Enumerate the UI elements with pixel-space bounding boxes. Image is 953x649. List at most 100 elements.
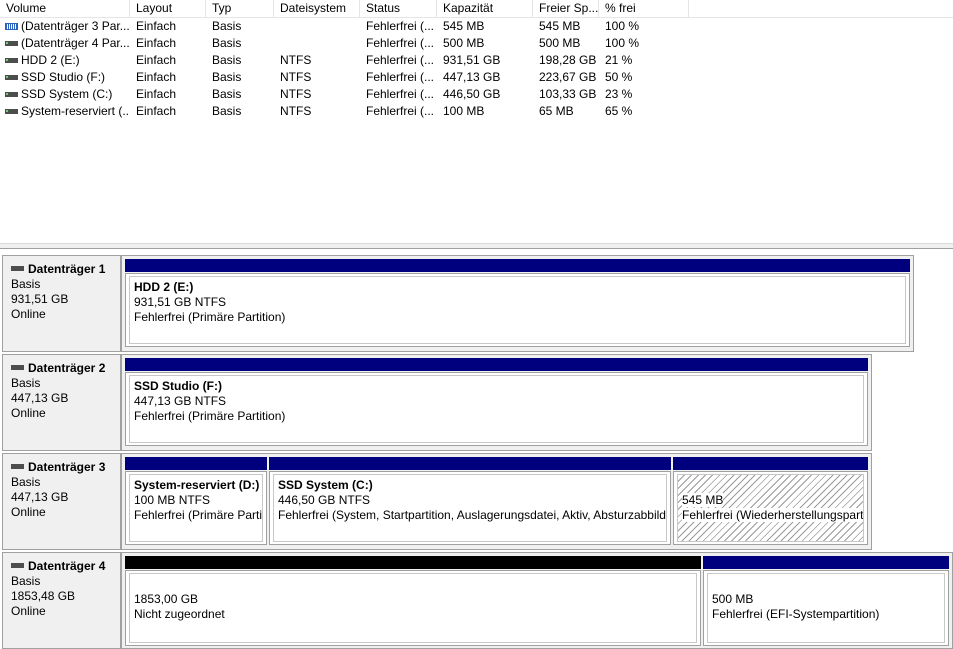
volume-dateisystem: NTFS [280,70,312,84]
volume-layout: Einfach [136,53,177,67]
volume-icon [5,40,18,47]
disk-row-3: Datenträger 3 Basis 447,13 GB Online Sys… [0,453,953,550]
volume-freier-speicher: 500 MB [539,36,581,50]
column-header-freier-speicher[interactable]: Freier Sp... [533,0,599,17]
volume-freier-speicher: 545 MB [539,19,581,33]
volume-kapazitaet: 931,51 GB [443,53,501,67]
partition-size: 931,51 GB NTFS [134,295,227,309]
volume-list: Volume Layout Typ Dateisystem Status Kap… [0,0,953,243]
partition-status: Fehlerfrei (Primäre Partition) [134,409,286,423]
volume-icon [5,57,18,64]
partition-status: Fehlerfrei (System, Startpartition, Ausl… [278,508,667,522]
volume-status: Fehlerfrei (... [366,104,435,118]
volume-name: (Datenträger 4 Par... [21,36,129,50]
volume-kapazitaet: 545 MB [443,19,485,33]
partition-header-bar [125,358,868,371]
volume-kapazitaet: 100 MB [443,104,485,118]
volume-kapazitaet: 446,50 GB [443,87,501,101]
volume-prozent-frei: 21 % [605,53,633,67]
volume-layout: Einfach [136,36,177,50]
disk-state: Online [11,307,46,321]
partition-header-bar [125,457,267,470]
volume-icon [5,91,18,98]
volume-status: Fehlerfrei (... [366,36,435,50]
volume-row[interactable]: (Datenträger 3 Par... Einfach Basis Fehl… [0,18,953,35]
volume-freier-speicher: 65 MB [539,104,574,118]
disk-map-4: 1853,00 GB Nicht zugeordnet 500 MB Fehle… [121,552,953,649]
partition-status: Fehlerfrei (EFI-Systempartition) [712,607,880,621]
partition-size: 100 MB NTFS [134,493,211,507]
column-header-layout[interactable]: Layout [130,0,206,17]
partition-header-bar [125,556,701,569]
volume-name: SSD System (C:) [21,87,113,101]
disk-row-4: Datenträger 4 Basis 1853,48 GB Online 18… [0,552,953,649]
partition-status: Fehlerfrei (Primäre Partit [134,508,263,522]
volume-freier-speicher: 223,67 GB [539,70,597,84]
volume-typ: Basis [212,87,242,101]
partition-ssd-studio[interactable]: SSD Studio (F:) 447,13 GB NTFS Fehlerfre… [125,358,868,446]
disk-icon [11,365,24,370]
volume-name: HDD 2 (E:) [21,53,80,67]
partition-size: 447,13 GB NTFS [134,394,227,408]
disk-state: Online [11,604,46,618]
disk-size: 1853,48 GB [11,589,76,603]
column-header-typ[interactable]: Typ [206,0,274,17]
partition-status: Fehlerfrei (Primäre Partition) [134,310,286,324]
disk-name: Datenträger 3 [28,460,106,474]
partition-status: Nicht zugeordnet [134,607,225,621]
disk-size: 447,13 GB [11,391,69,405]
partition-efi[interactable]: 500 MB Fehlerfrei (EFI-Systempartition) [703,556,949,646]
volume-row[interactable]: (Datenträger 4 Par... Einfach Basis Fehl… [0,35,953,52]
volume-layout: Einfach [136,19,177,33]
volume-kapazitaet: 447,13 GB [443,70,501,84]
disk-type: Basis [11,376,41,390]
volume-name: (Datenträger 3 Par... [21,19,129,33]
disk-type: Basis [11,475,41,489]
volume-row[interactable]: HDD 2 (E:) Einfach Basis NTFS Fehlerfrei… [0,52,953,69]
volume-prozent-frei: 100 % [605,19,640,33]
volume-typ: Basis [212,36,242,50]
partition-unallocated[interactable]: 1853,00 GB Nicht zugeordnet [125,556,701,646]
volume-row[interactable]: System-reserviert (... Einfach Basis NTF… [0,103,953,120]
volume-row[interactable]: SSD Studio (F:) Einfach Basis NTFS Fehle… [0,69,953,86]
column-header-status[interactable]: Status [360,0,437,17]
column-header-kapazitaet[interactable]: Kapazität [437,0,533,17]
volume-prozent-frei: 23 % [605,87,633,101]
striped-volume-icon [5,23,18,30]
disk-map-1: HDD 2 (E:) 931,51 GB NTFS Fehlerfrei (Pr… [121,255,914,352]
volume-layout: Einfach [136,70,177,84]
disk-row-2: Datenträger 2 Basis 447,13 GB Online SSD… [0,354,953,451]
volume-prozent-frei: 65 % [605,104,633,118]
partition-title: SSD Studio (F:) [134,379,222,393]
partition-hdd2[interactable]: HDD 2 (E:) 931,51 GB NTFS Fehlerfrei (Pr… [125,259,910,347]
disk-row-1: Datenträger 1 Basis 931,51 GB Online HDD… [0,255,953,352]
disk-type: Basis [11,277,41,291]
volume-kapazitaet: 500 MB [443,36,485,50]
partition-title: SSD System (C:) [278,478,373,492]
partition-size: 1853,00 GB [134,592,199,606]
volume-row[interactable]: SSD System (C:) Einfach Basis NTFS Fehle… [0,86,953,103]
disk-label-2[interactable]: Datenträger 2 Basis 447,13 GB Online [2,354,121,451]
disk-label-4[interactable]: Datenträger 4 Basis 1853,48 GB Online [2,552,121,649]
volume-prozent-frei: 50 % [605,70,633,84]
column-header-row: Volume Layout Typ Dateisystem Status Kap… [0,0,953,18]
partition-header-bar [703,556,949,569]
volume-freier-speicher: 198,28 GB [539,53,597,67]
partition-status: Fehlerfrei (Wiederherstellungsparti [682,508,863,522]
disk-size: 931,51 GB [11,292,69,306]
disk-icon [11,266,24,271]
disk-state: Online [11,505,46,519]
partition-ssd-system[interactable]: SSD System (C:) 446,50 GB NTFS Fehlerfre… [269,457,671,545]
volume-icon [5,108,18,115]
partition-recovery[interactable]: 545 MB Fehlerfrei (Wiederherstellungspar… [673,457,868,545]
disk-label-1[interactable]: Datenträger 1 Basis 931,51 GB Online [2,255,121,352]
disk-label-3[interactable]: Datenträger 3 Basis 447,13 GB Online [2,453,121,550]
partition-system-reserved[interactable]: System-reserviert (D:) 100 MB NTFS Fehle… [125,457,267,545]
disk-name: Datenträger 2 [28,361,106,375]
volume-prozent-frei: 100 % [605,36,640,50]
column-header-dateisystem[interactable]: Dateisystem [274,0,360,17]
volume-status: Fehlerfrei (... [366,19,435,33]
column-header-prozent-frei[interactable]: % frei [599,0,689,17]
volume-layout: Einfach [136,104,177,118]
column-header-volume[interactable]: Volume [0,0,130,17]
